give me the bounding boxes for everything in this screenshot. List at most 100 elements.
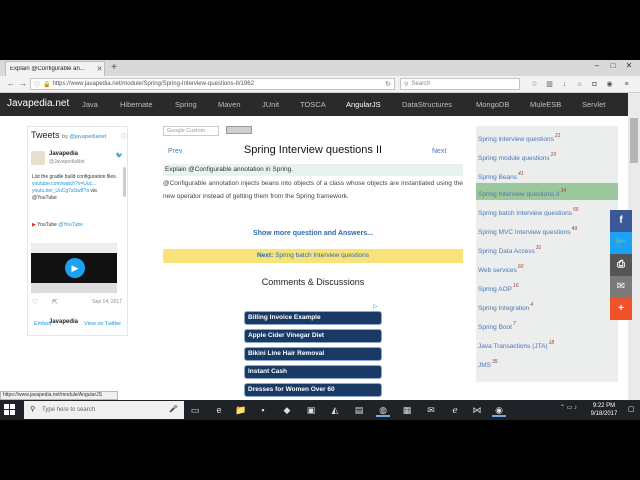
prev-link[interactable]: Prev [168, 148, 182, 155]
sidebar-item[interactable]: Web services60 [476, 259, 618, 276]
page-scrollbar-thumb[interactable] [630, 118, 638, 163]
adchoices-icon[interactable]: ▷ [373, 303, 378, 310]
sidebar-item[interactable]: Spring Boot7 [476, 316, 618, 333]
taskbar-search-input[interactable]: ⚲ Type here to search 🎤 [24, 401, 184, 419]
task-view-icon[interactable]: ▭ [188, 403, 202, 417]
search-bar[interactable]: ⚲ Search [400, 78, 520, 90]
microphone-icon[interactable]: 🎤 [169, 401, 178, 419]
file-explorer-icon[interactable]: 📁 [234, 403, 248, 417]
tweets-scrollbar[interactable] [123, 167, 126, 197]
media-icon[interactable]: ◆ [280, 403, 294, 417]
menu-icon[interactable]: ≡ [622, 80, 631, 89]
window-close-icon[interactable]: ✕ [622, 61, 636, 70]
maximize-icon[interactable]: □ [606, 61, 620, 70]
visual-studio-icon[interactable]: ⋈ [470, 403, 484, 417]
view-on-twitter-link[interactable]: View on Twitter [84, 321, 121, 327]
url-bar[interactable]: ⓘ 🔒 https://www.javapedia.net/module/Spr… [30, 78, 395, 90]
embed-link[interactable]: Embed [34, 321, 51, 327]
photos-icon[interactable]: ▦ [400, 403, 414, 417]
show-more-link[interactable]: Show more question and Answers... [163, 230, 463, 237]
heart-icon[interactable]: ♡ [32, 298, 38, 306]
print-icon[interactable]: ⎙ [610, 254, 632, 276]
ad-link[interactable]: Billing Invoice Example [244, 311, 382, 325]
play-icon[interactable]: ▶ [65, 258, 85, 278]
info-icon[interactable]: ⓘ [34, 80, 40, 89]
back-icon[interactable]: ← [6, 79, 16, 89]
sidebar-item[interactable]: Spring Beans41 [476, 166, 618, 183]
next-question-link[interactable]: Spring batch Interview questions [275, 252, 369, 259]
notepad-icon[interactable]: ▤ [352, 403, 366, 417]
site-brand[interactable]: Javapedia.net [7, 98, 69, 109]
nav-item-tosca[interactable]: TOSCA [300, 100, 326, 109]
sidebar-item[interactable]: Spring MVC Interview questions49 [476, 221, 618, 238]
nav-item-angularjs[interactable]: AngularJS [346, 100, 381, 109]
tweet-link-2[interactable]: youtu.be/_UuCg7aSw8?a [32, 188, 89, 194]
nav-item-spring[interactable]: Spring [175, 100, 197, 109]
tweet-date[interactable]: Sep 14, 2017 [92, 299, 122, 305]
library-icon[interactable]: ▥ [545, 80, 554, 89]
more-share-icon[interactable]: + [610, 298, 632, 320]
facebook-icon[interactable]: f [610, 210, 632, 232]
ad-link[interactable]: Dresses for Women Over 60 [244, 383, 382, 397]
star-icon[interactable]: ☆ [530, 80, 539, 89]
windows-start-icon[interactable] [4, 404, 16, 416]
sidebar-item-active[interactable]: Spring Interview questions II34 [476, 183, 618, 200]
nav-item-mongodb[interactable]: MongoDB [476, 100, 509, 109]
app-icon[interactable]: ▣ [304, 403, 318, 417]
mail-icon[interactable]: ✉ [424, 403, 438, 417]
google-search-input[interactable]: Google Custom [163, 126, 219, 136]
sidebar-item[interactable]: Spring Integration4 [476, 297, 618, 314]
tweets-by-handle[interactable]: @javapedianet [69, 134, 106, 140]
ad-link[interactable]: Bikini Line Hair Removal [244, 347, 382, 361]
tweet-link[interactable]: youtube.com/watch?v=Uuc... [32, 181, 96, 187]
nav-item-maven[interactable]: Maven [218, 100, 241, 109]
android-studio-icon[interactable]: ◭ [328, 403, 342, 417]
taskbar-clock[interactable]: 9:22 PM 9/18/2017 [584, 402, 624, 418]
tweet-author-name[interactable]: Javapedia [49, 319, 78, 325]
download-icon[interactable]: ↓ [560, 80, 569, 89]
forward-icon[interactable]: → [18, 79, 28, 89]
tweet-author-name[interactable]: Javapedia [49, 151, 78, 157]
chrome-icon[interactable]: ◍ [376, 403, 390, 417]
reload-icon[interactable]: ↻ [385, 80, 391, 88]
ie-icon[interactable]: ℯ [448, 403, 462, 417]
tweet-author-handle[interactable]: @JavapediaNet [49, 159, 85, 165]
ad-link[interactable]: Apple Cider Vinegar Diet [244, 329, 382, 343]
share-icon[interactable]: ⇱ [52, 298, 58, 306]
youtube-card[interactable]: ▶ YouTube @YouTube [32, 222, 83, 228]
avatar[interactable] [31, 151, 45, 165]
nav-item-datastructures[interactable]: DataStructures [402, 100, 452, 109]
status-bar: https://www.javapedia.net/module/Angular… [0, 391, 118, 400]
browser-tab[interactable]: Explain @Configurable an... ✕ [5, 61, 105, 76]
sidebar-item[interactable]: Spring AOP16 [476, 278, 618, 295]
edge-icon[interactable]: e [212, 403, 226, 417]
home-icon[interactable]: ⌂ [575, 80, 584, 89]
sidebar-item[interactable]: Spring interview questions21 [476, 128, 618, 145]
sidebar-item[interactable]: Java Transactions (JTA)18 [476, 335, 618, 352]
minimize-icon[interactable]: – [590, 61, 604, 70]
video-thumbnail[interactable]: ▶ [31, 243, 117, 293]
nav-item-hibernate[interactable]: Hibernate [120, 100, 153, 109]
cmd-icon[interactable]: ▪ [256, 403, 270, 417]
nav-item-muleesb[interactable]: MuleESB [530, 100, 561, 109]
nav-item-junit[interactable]: JUnit [262, 100, 279, 109]
email-icon[interactable]: ✉ [610, 276, 632, 298]
firefox-icon[interactable]: ◉ [492, 403, 506, 417]
notification-icon[interactable]: ▢ [628, 405, 635, 413]
twitter-icon[interactable]: 🐦 [610, 232, 632, 254]
nav-item-java[interactable]: Java [82, 100, 98, 109]
system-tray[interactable]: ⌃ ▭ ♪ [560, 404, 577, 411]
sidebar-item[interactable]: JMS35 [476, 354, 618, 371]
pocket-icon[interactable]: ◘ [590, 80, 599, 89]
sidebar-item[interactable]: Spring Data Access31 [476, 240, 618, 257]
sidebar-item[interactable]: Spring batch Interview questions55 [476, 202, 618, 219]
info-icon[interactable]: ⓘ [121, 132, 127, 141]
google-search-button[interactable] [226, 126, 252, 134]
close-tab-icon[interactable]: ✕ [95, 65, 104, 73]
ad-link[interactable]: Instant Cash [244, 365, 382, 379]
new-tab-icon[interactable]: + [108, 61, 120, 75]
nav-item-servlet[interactable]: Servlet [582, 100, 605, 109]
next-link[interactable]: Next [432, 148, 446, 155]
extension-icon[interactable]: ◉ [605, 80, 614, 89]
sidebar-item[interactable]: Spring module questions10 [476, 147, 618, 164]
